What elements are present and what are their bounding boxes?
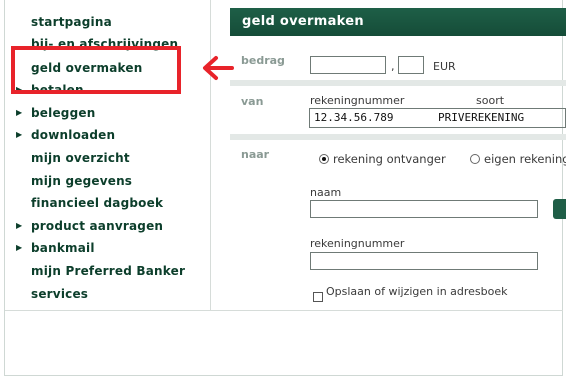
expand-arrow-icon: ▶: [16, 221, 23, 230]
divider: [5, 310, 563, 311]
section-divider: [230, 80, 566, 86]
form-title: geld overmaken: [230, 8, 566, 36]
radio-eigen-rekening[interactable]: [470, 154, 480, 164]
account-number: 12.34.56.789: [314, 111, 394, 124]
rekeningnummer-input[interactable]: [310, 252, 538, 270]
naam-label: naam: [310, 186, 342, 199]
nav-label: beleggen: [31, 106, 96, 120]
account-type: PRIVEREKENING: [438, 111, 525, 124]
expand-arrow-icon: ▶: [16, 130, 23, 139]
nav-label: product aanvragen: [31, 219, 164, 233]
rekeningnummer-label: rekeningnummer: [310, 237, 405, 250]
nav-label: services: [31, 287, 89, 301]
highlight-box: [11, 46, 181, 94]
nav-label: mijn overzicht: [31, 151, 130, 165]
expand-arrow-icon: ▶: [16, 108, 23, 117]
adresboek-button[interactable]: [553, 199, 566, 219]
naam-input[interactable]: [310, 200, 538, 218]
amount-cents-input[interactable]: [398, 56, 424, 74]
col-soort: soort: [476, 94, 505, 107]
expand-arrow-icon: ▶: [16, 243, 23, 252]
nav-label: mijn gegevens: [31, 174, 133, 188]
van-label: van: [241, 95, 264, 108]
bedrag-label: bedrag: [241, 54, 285, 67]
transfer-form: geld overmaken bedrag , EUR van rekening…: [228, 0, 566, 310]
section-divider: [230, 134, 566, 140]
from-account-select[interactable]: 12.34.56.789 PRIVEREKENING: [309, 108, 566, 128]
nav-label: downloaden: [31, 128, 116, 142]
nav-label: mijn Preferred Banker: [31, 264, 186, 278]
currency-label: EUR: [433, 60, 456, 73]
nav-label: bankmail: [31, 241, 95, 255]
radio-label-ontvanger: rekening ontvanger: [333, 152, 446, 166]
nav-label: financieel dagboek: [31, 196, 164, 210]
amount-euros-input[interactable]: [310, 56, 386, 74]
col-rekeningnummer: rekeningnummer: [310, 94, 405, 107]
nav-label: startpagina: [31, 15, 112, 29]
naar-label: naar: [241, 148, 270, 161]
amount-separator: ,: [391, 60, 395, 73]
adresboek-checkbox[interactable]: [313, 292, 323, 302]
radio-label-eigen: eigen rekening: [484, 152, 566, 166]
checkbox-label: Opslaan of wijzigen in adresboek: [326, 285, 508, 298]
radio-rekening-ontvanger[interactable]: [319, 154, 329, 164]
